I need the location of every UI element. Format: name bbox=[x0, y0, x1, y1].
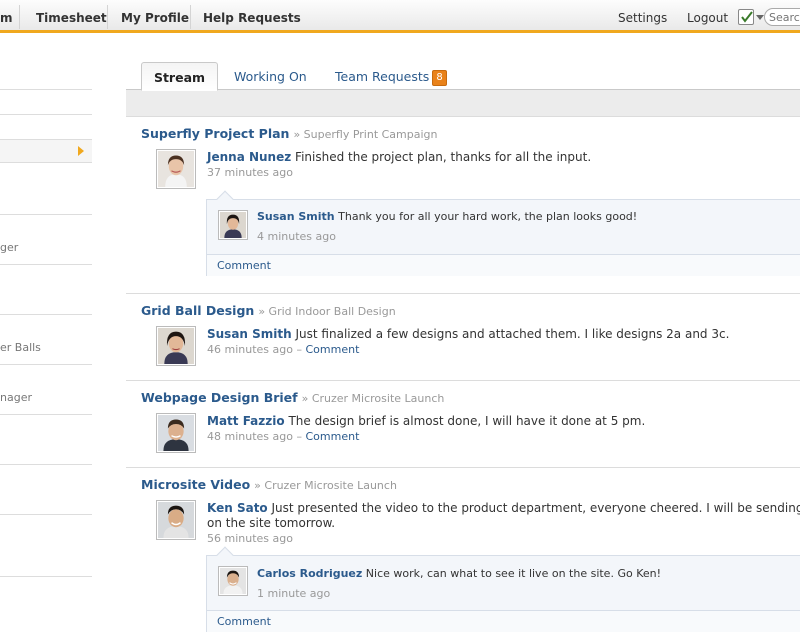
author-link[interactable]: Jenna Nunez bbox=[207, 150, 291, 164]
comment-thread: Carlos Rodriguez Nice work, can what to … bbox=[206, 546, 800, 632]
sidebar-divider bbox=[0, 264, 92, 265]
chevron-down-icon[interactable] bbox=[756, 15, 764, 20]
comment-thread: Susan Smith Thank you for all your hard … bbox=[206, 190, 800, 276]
comment-link[interactable]: Comment bbox=[305, 430, 359, 443]
post-text: Matt Fazzio The design brief is almost d… bbox=[207, 414, 645, 429]
avatar[interactable] bbox=[156, 326, 196, 366]
tab-team-requests[interactable]: Team Requests 8 bbox=[335, 62, 447, 90]
avatar[interactable] bbox=[156, 500, 196, 540]
tab-working-on[interactable]: Working On bbox=[234, 62, 307, 90]
comment-text: Carlos Rodriguez Nice work, can what to … bbox=[257, 567, 661, 580]
project-context: » Superfly Print Campaign bbox=[293, 128, 438, 141]
author-link[interactable]: Ken Sato bbox=[207, 501, 268, 515]
post-timestamp: 56 minutes ago bbox=[207, 532, 293, 545]
project-context: » Cruzer Microsite Launch bbox=[301, 392, 445, 405]
avatar[interactable] bbox=[156, 413, 196, 453]
sidebar-item[interactable]: nager bbox=[0, 391, 92, 404]
comment-footer: Comment bbox=[207, 610, 800, 632]
project-heading: Microsite Video » Cruzer Microsite Launc… bbox=[141, 477, 397, 492]
comment-link[interactable]: Comment bbox=[217, 615, 271, 628]
avatar[interactable] bbox=[218, 566, 248, 596]
meta-separator: – bbox=[296, 343, 302, 356]
project-context: » Grid Indoor Ball Design bbox=[258, 305, 396, 318]
sidebar-divider bbox=[0, 314, 92, 315]
project-heading: Webpage Design Brief » Cruzer Microsite … bbox=[141, 390, 444, 405]
sidebar-divider bbox=[0, 514, 92, 515]
sidebar-divider bbox=[0, 364, 92, 365]
tab-team-requests-label: Team Requests bbox=[335, 69, 430, 84]
nav-item-team[interactable]: m bbox=[0, 11, 13, 25]
nav-item-my-profile[interactable]: My Profile bbox=[121, 11, 189, 25]
comment-link[interactable]: Comment bbox=[305, 343, 359, 356]
avatar[interactable] bbox=[156, 149, 196, 189]
comment-notch bbox=[216, 190, 234, 208]
comment-author-link[interactable]: Susan Smith bbox=[257, 210, 335, 223]
comment-timestamp: 1 minute ago bbox=[257, 587, 331, 600]
comment-footer: Comment bbox=[207, 254, 800, 276]
meta-separator: – bbox=[296, 430, 302, 443]
nav-divider bbox=[107, 5, 108, 29]
tab-bar bbox=[126, 89, 800, 117]
comment-notch bbox=[216, 546, 234, 564]
sidebar-divider bbox=[0, 464, 92, 465]
comment-timestamp: 4 minutes ago bbox=[257, 230, 336, 243]
top-nav-bar: m Timesheet My Profile Help Requests Set… bbox=[0, 0, 800, 33]
post-timestamp: 46 minutes ago bbox=[207, 343, 293, 356]
stream-divider bbox=[126, 293, 800, 294]
post-timestamp: 37 minutes ago bbox=[207, 166, 293, 179]
project-heading: Superfly Project Plan » Superfly Print C… bbox=[141, 126, 438, 141]
comment-link[interactable]: Comment bbox=[217, 259, 271, 272]
post-text: Jenna Nunez Finished the project plan, t… bbox=[207, 150, 591, 165]
project-link[interactable]: Superfly Project Plan bbox=[141, 126, 289, 141]
sidebar-divider bbox=[0, 576, 92, 577]
settings-link[interactable]: Settings bbox=[618, 11, 667, 25]
post-message: The design brief is almost done, I will … bbox=[288, 414, 646, 428]
comment-message: Thank you for all your hard work, the pl… bbox=[338, 210, 638, 223]
post-message: Just finalized a few designs and attache… bbox=[295, 327, 730, 341]
post-text: Ken Sato Just presented the video to the… bbox=[207, 501, 800, 516]
author-link[interactable]: Matt Fazzio bbox=[207, 414, 285, 428]
comment-message: Nice work, can what to see it live on th… bbox=[365, 567, 662, 580]
comment-text: Susan Smith Thank you for all your hard … bbox=[257, 210, 637, 223]
project-link[interactable]: Microsite Video bbox=[141, 477, 250, 492]
tab-stream[interactable]: Stream bbox=[141, 62, 218, 91]
task-checklist-icon[interactable] bbox=[738, 9, 754, 25]
project-context: » Cruzer Microsite Launch bbox=[254, 479, 397, 492]
post-text: Susan Smith Just finalized a few designs… bbox=[207, 327, 729, 342]
sidebar-divider bbox=[0, 214, 92, 215]
stream-divider bbox=[126, 380, 800, 381]
sidebar-divider bbox=[0, 114, 92, 115]
left-sidebar: ger er Balls nager bbox=[0, 36, 92, 640]
post-message: Finished the project plan, thanks for al… bbox=[295, 150, 592, 164]
stream-divider bbox=[126, 467, 800, 468]
search-input[interactable] bbox=[764, 8, 800, 26]
project-heading: Grid Ball Design » Grid Indoor Ball Desi… bbox=[141, 303, 396, 318]
comment-author-link[interactable]: Carlos Rodriguez bbox=[257, 567, 362, 580]
nav-item-help-requests[interactable]: Help Requests bbox=[203, 11, 301, 25]
sidebar-divider bbox=[0, 89, 92, 90]
nav-divider bbox=[19, 5, 20, 29]
post-meta: 46 minutes ago – Comment bbox=[207, 343, 359, 356]
sidebar-divider bbox=[0, 414, 92, 415]
post-meta: 48 minutes ago – Comment bbox=[207, 430, 359, 443]
sidebar-item[interactable]: ger bbox=[0, 241, 92, 254]
count-badge: 8 bbox=[432, 70, 447, 86]
post-timestamp: 48 minutes ago bbox=[207, 430, 293, 443]
sidebar-arrow-icon bbox=[78, 146, 84, 156]
sidebar-item-selected[interactable] bbox=[0, 139, 92, 163]
project-link[interactable]: Grid Ball Design bbox=[141, 303, 254, 318]
post-message: Just presented the video to the product … bbox=[271, 501, 800, 515]
sidebar-item[interactable]: er Balls bbox=[0, 341, 92, 354]
nav-divider bbox=[190, 5, 191, 29]
nav-item-timesheet[interactable]: Timesheet bbox=[36, 11, 107, 25]
post-message-continued: on the site tomorrow. bbox=[207, 516, 336, 530]
avatar[interactable] bbox=[218, 210, 248, 240]
author-link[interactable]: Susan Smith bbox=[207, 327, 292, 341]
project-link[interactable]: Webpage Design Brief bbox=[141, 390, 298, 405]
logout-link[interactable]: Logout bbox=[687, 11, 728, 25]
